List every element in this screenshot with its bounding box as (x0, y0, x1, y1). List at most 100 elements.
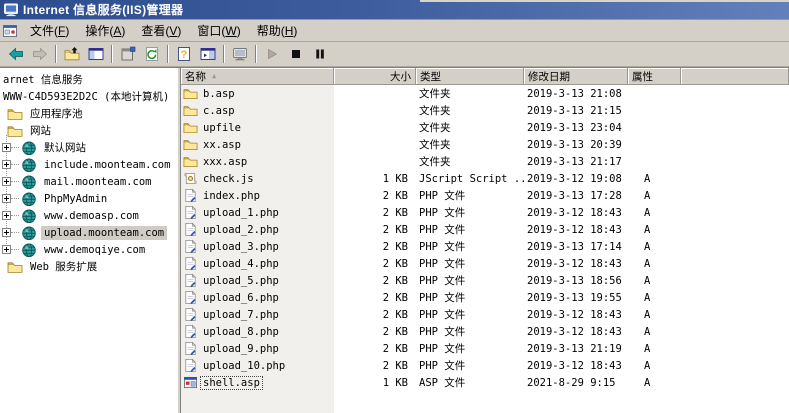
file-name-cell: upfile (181, 120, 334, 135)
file-row[interactable]: upload_3.php 2 KB PHP 文件 2019-3-13 17:14 A (181, 238, 789, 255)
file-row[interactable]: c.asp 文件夹 2019-3-13 21:15 (181, 102, 789, 119)
tree-item-internet-information-services[interactable]: arnet 信息服务 (0, 71, 177, 88)
tree-connector (11, 147, 19, 148)
file-name[interactable]: upload_5.php (201, 275, 281, 287)
file-name[interactable]: upload_9.php (201, 343, 281, 355)
file-row[interactable]: upload_5.php 2 KB PHP 文件 2019-3-13 18:56 A (181, 272, 789, 289)
start-site-button[interactable] (260, 43, 284, 65)
folder-icon (7, 106, 23, 122)
tree-item-include-moonteam-com[interactable]: include.moonteam.com (0, 156, 177, 173)
column-header-filler[interactable] (681, 68, 789, 85)
back-button[interactable] (4, 43, 28, 65)
file-name[interactable]: xxx.asp (201, 156, 249, 168)
file-row[interactable]: upload_2.php 2 KB PHP 文件 2019-3-12 18:43 A (181, 221, 789, 238)
file-name[interactable]: xx.asp (201, 139, 243, 151)
help-button[interactable] (172, 43, 196, 65)
file-name[interactable]: upload_4.php (201, 258, 281, 270)
back-icon (8, 46, 24, 62)
column-header-modified[interactable]: 修改日期 (524, 68, 628, 85)
file-row[interactable]: upload_10.php 2 KB PHP 文件 2019-3-12 18:43 A (181, 357, 789, 374)
file-row[interactable]: index.php 2 KB PHP 文件 2019-3-13 17:28 A (181, 187, 789, 204)
console-tree-icon (88, 46, 104, 62)
file-row[interactable]: xxx.asp 文件夹 2019-3-13 21:17 (181, 153, 789, 170)
file-row[interactable]: upload_6.php 2 KB PHP 文件 2019-3-13 19:55 A (181, 289, 789, 306)
file-name[interactable]: upload_2.php (201, 224, 281, 236)
file-row[interactable]: check.js 1 KB JScript Script ... 2019-3-12 … (181, 170, 789, 187)
file-row[interactable]: upload_8.php 2 KB PHP 文件 2019-3-12 18:43 A (181, 323, 789, 340)
properties-button[interactable] (116, 43, 140, 65)
menu-item-action[interactable]: 操作(A) (77, 21, 133, 41)
file-name[interactable]: upload_7.php (201, 309, 281, 321)
file-name-cell: upload_1.php (181, 205, 334, 220)
up-folder-button[interactable] (60, 43, 84, 65)
tree-item-label: 默认网站 (44, 142, 86, 154)
expand-toggle-icon[interactable] (2, 143, 11, 152)
tree-item-mail-moonteam-com[interactable]: mail.moonteam.com (0, 173, 177, 190)
pause-site-button[interactable] (308, 43, 332, 65)
file-type-cell: 文件夹 (419, 88, 451, 100)
file-row[interactable]: upload_1.php 2 KB PHP 文件 2019-3-12 18:43 A (181, 204, 789, 221)
expand-toggle-icon[interactable] (2, 177, 11, 186)
tree-item-www-demoasp-com[interactable]: www.demoasp.com (0, 207, 177, 224)
php-file-icon (183, 239, 198, 254)
file-attr-cell: A (644, 325, 651, 338)
file-name[interactable]: upload_1.php (201, 207, 281, 219)
expand-toggle-icon[interactable] (2, 211, 11, 220)
file-name[interactable]: b.asp (201, 88, 237, 100)
column-header-label: 属性 (632, 70, 653, 83)
file-row[interactable]: shell.asp 1 KB ASP 文件 2021-8-29 9:15 A (181, 374, 789, 391)
menu-item-window[interactable]: 窗口(W) (189, 21, 248, 41)
file-name[interactable]: upfile (201, 122, 243, 134)
tree-item-web-service-extensions[interactable]: Web 服务扩展 (0, 258, 177, 275)
menu-item-file[interactable]: 文件(F) (22, 21, 77, 41)
file-name[interactable]: upload_8.php (201, 326, 281, 338)
file-row[interactable]: upload_7.php 2 KB PHP 文件 2019-3-12 18:43 A (181, 306, 789, 323)
expand-toggle-icon[interactable] (2, 194, 11, 203)
file-row[interactable]: upload_9.php 2 KB PHP 文件 2019-3-13 21:19 A (181, 340, 789, 357)
expand-toggle-icon[interactable] (2, 160, 11, 169)
file-name[interactable]: shell.asp (200, 375, 263, 390)
file-row[interactable]: upfile 文件夹 2019-3-13 23:04 (181, 119, 789, 136)
tree-item-local-computer[interactable]: WWW-C4D593E2D2C (本地计算机) (0, 88, 177, 105)
tree-item-upload-moonteam-com[interactable]: upload.moonteam.com (0, 224, 177, 241)
menu-item-help[interactable]: 帮助(H) (249, 21, 306, 41)
show-detail-pane-button[interactable] (196, 43, 220, 65)
file-name-cell: upload_8.php (181, 324, 334, 339)
file-name[interactable]: c.asp (201, 105, 237, 117)
globe-icon (21, 174, 37, 190)
file-size-cell: 2 KB (382, 342, 408, 355)
refresh-button[interactable] (140, 43, 164, 65)
file-row[interactable]: upload_4.php 2 KB PHP 文件 2019-3-12 18:43 A (181, 255, 789, 272)
console-window-icon[interactable] (2, 23, 18, 39)
tree-item-label: www.demoqiye.com (44, 243, 146, 256)
file-row[interactable]: xx.asp 文件夹 2019-3-13 20:39 (181, 136, 789, 153)
file-list: b.asp 文件夹 2019-3-13 21:08 c.asp 文件夹 2019-3-13… (181, 85, 789, 413)
file-name[interactable]: check.js (201, 173, 256, 185)
column-header-attr[interactable]: 属性 (628, 68, 681, 85)
file-modified-cell: 2019-3-12 18:43 (527, 206, 622, 219)
column-header-name[interactable]: 名称 ▲ (181, 68, 334, 85)
file-name-cell: upload_9.php (181, 341, 334, 356)
file-name[interactable]: upload_10.php (201, 360, 287, 372)
file-row[interactable]: b.asp 文件夹 2019-3-13 21:08 (181, 85, 789, 102)
file-name[interactable]: upload_6.php (201, 292, 281, 304)
tree-item-phpmyadmin[interactable]: PhpMyAdmin (0, 190, 177, 207)
file-type-cell: PHP 文件 (419, 190, 466, 202)
column-header-type[interactable]: 类型 (416, 68, 524, 85)
tree-item-web-sites[interactable]: 网站 (0, 122, 177, 139)
title-bar[interactable]: Internet 信息服务(IIS)管理器 (0, 0, 789, 20)
file-name[interactable]: upload_3.php (201, 241, 281, 253)
file-name[interactable]: index.php (201, 190, 262, 202)
stop-site-button[interactable] (284, 43, 308, 65)
tree-item-default-web-site[interactable]: 默认网站 (0, 139, 177, 156)
file-modified-cell: 2019-3-12 18:43 (527, 359, 622, 372)
column-header-size[interactable]: 大小 (334, 68, 416, 85)
computer-button[interactable] (228, 43, 252, 65)
tree-item-www-demoqiye-com[interactable]: www.demoqiye.com (0, 241, 177, 258)
expand-toggle-icon[interactable] (2, 228, 11, 237)
forward-button[interactable] (28, 43, 52, 65)
menu-item-view[interactable]: 查看(V) (133, 21, 189, 41)
tree-item-application-pools[interactable]: 应用程序池 (0, 105, 177, 122)
expand-toggle-icon[interactable] (2, 245, 11, 254)
show-console-tree-button[interactable] (84, 43, 108, 65)
